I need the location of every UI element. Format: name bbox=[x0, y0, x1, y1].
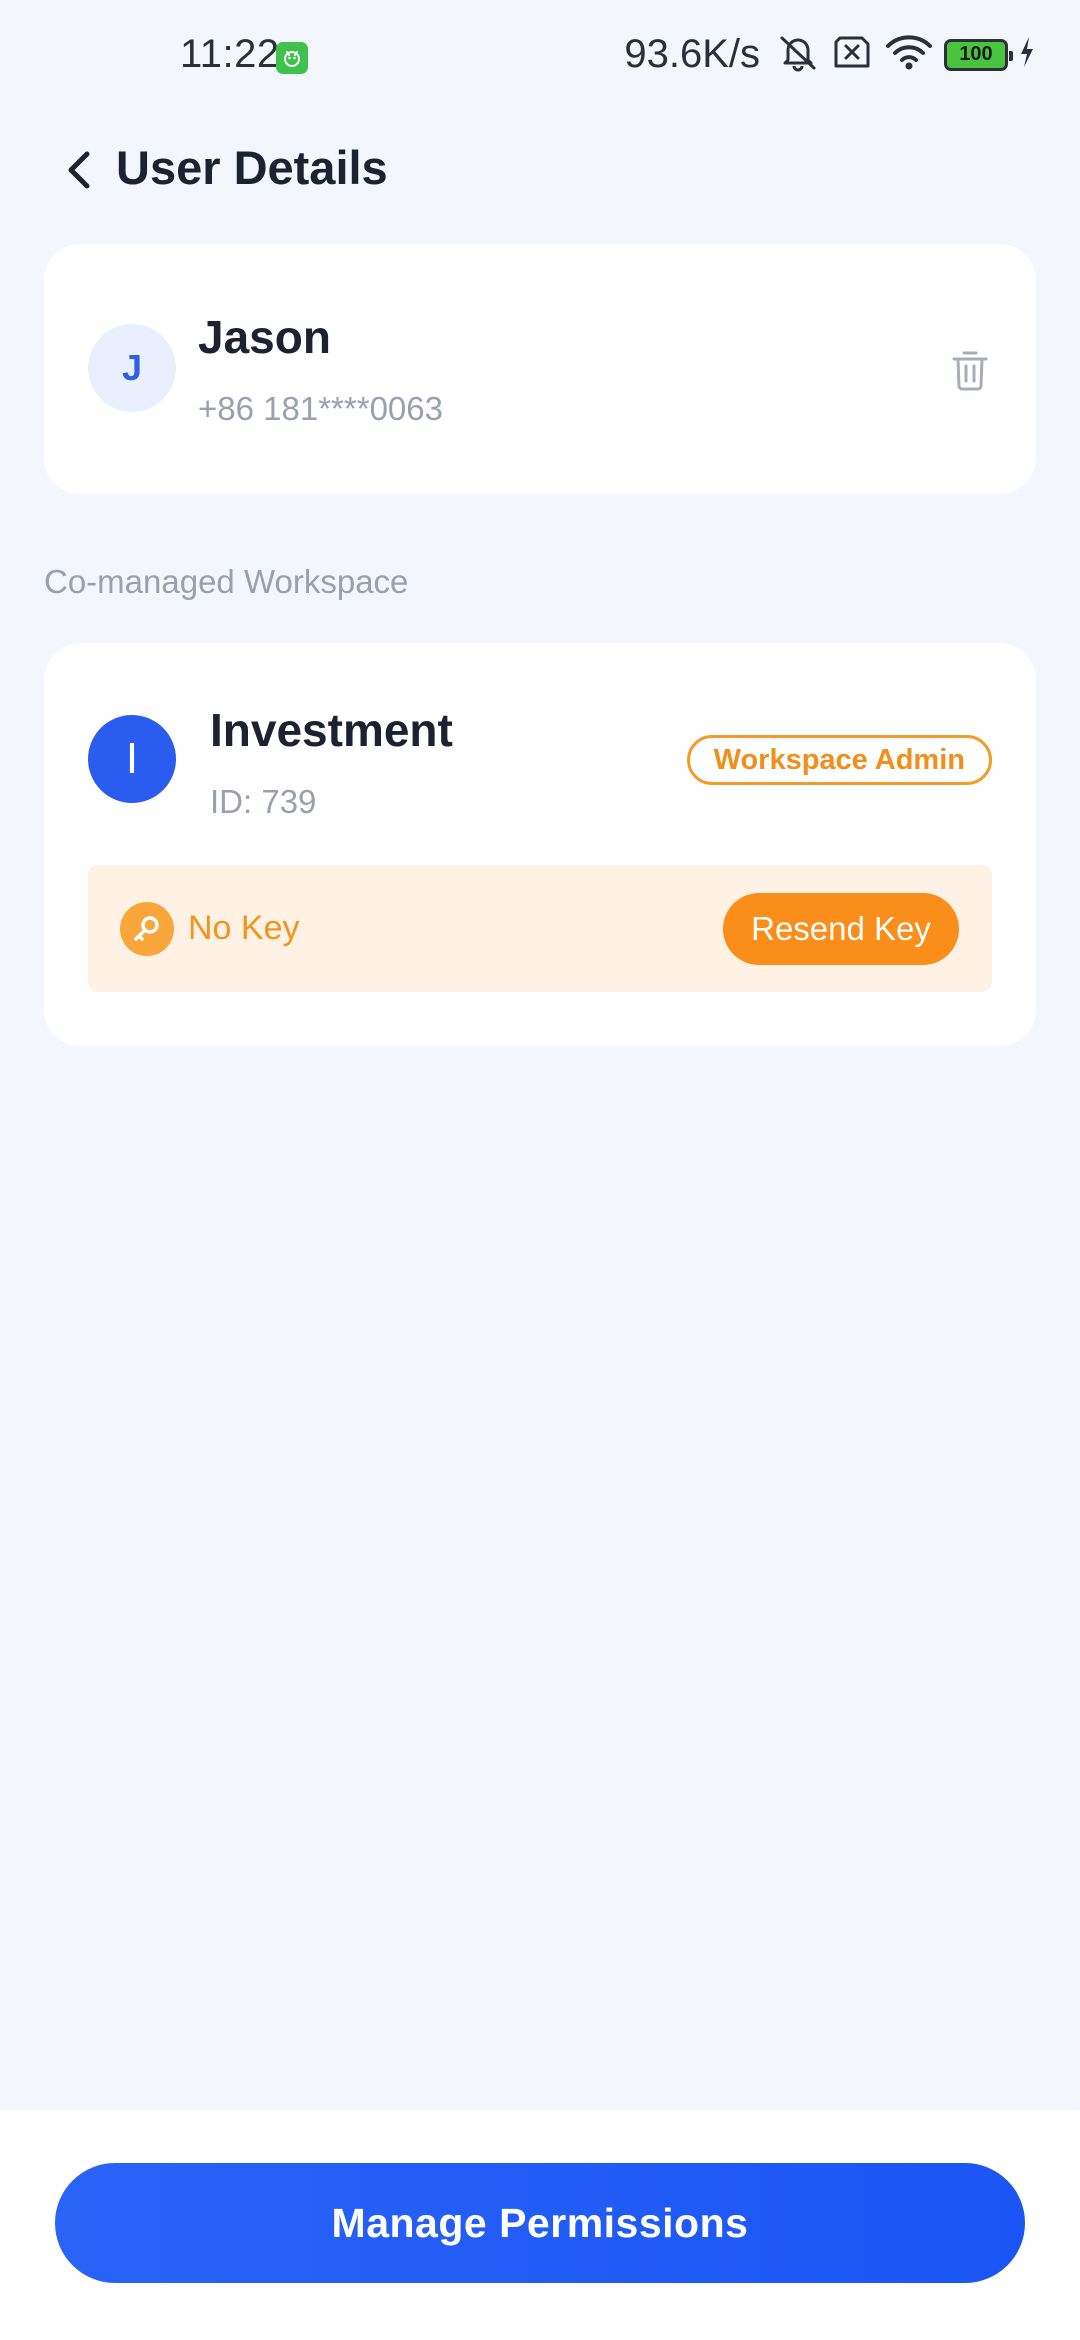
user-phone: +86 181****0063 bbox=[198, 390, 443, 427]
status-indicators: 93.6K/s 100 bbox=[624, 32, 1036, 77]
wifi-icon bbox=[884, 32, 934, 77]
sim-blocked-icon bbox=[830, 32, 874, 77]
back-button[interactable] bbox=[50, 142, 106, 198]
workspace-avatar: I bbox=[88, 715, 176, 803]
page-title: User Details bbox=[116, 141, 388, 194]
charging-bolt-icon bbox=[1018, 35, 1036, 74]
app-notification-icon bbox=[276, 42, 308, 74]
status-time: 11:22 bbox=[180, 32, 280, 76]
resend-key-button[interactable]: Resend Key bbox=[723, 893, 959, 965]
battery-level: 100 bbox=[959, 43, 993, 65]
mute-bell-icon bbox=[776, 32, 820, 77]
battery-icon: 100 bbox=[944, 38, 1013, 71]
delete-user-button[interactable] bbox=[944, 344, 996, 396]
role-badge: Workspace Admin bbox=[686, 735, 992, 785]
key-icon bbox=[120, 902, 174, 956]
user-info-card: J Jason +86 181****0063 bbox=[44, 244, 1036, 494]
user-avatar: J bbox=[88, 324, 176, 412]
network-speed: 93.6K/s bbox=[624, 32, 760, 76]
workspace-name: Investment bbox=[210, 704, 453, 756]
workspace-card[interactable]: I Investment ID: 739 Workspace Admin No … bbox=[44, 643, 1036, 1046]
section-label: Co-managed Workspace bbox=[44, 563, 409, 600]
bottom-action-bar: Manage Permissions bbox=[0, 2110, 1080, 2340]
top-app-bar: User Details bbox=[0, 130, 1080, 210]
status-bar: 11:22 93.6K/s 100 bbox=[0, 0, 1080, 120]
workspace-id: ID: 739 bbox=[210, 783, 317, 820]
manage-permissions-button[interactable]: Manage Permissions bbox=[55, 2163, 1025, 2283]
chevron-left-icon bbox=[68, 151, 90, 189]
key-status-panel: No Key Resend Key bbox=[88, 865, 992, 992]
trash-icon bbox=[952, 351, 988, 391]
key-status: No Key bbox=[188, 909, 300, 947]
user-name: Jason bbox=[198, 311, 331, 363]
